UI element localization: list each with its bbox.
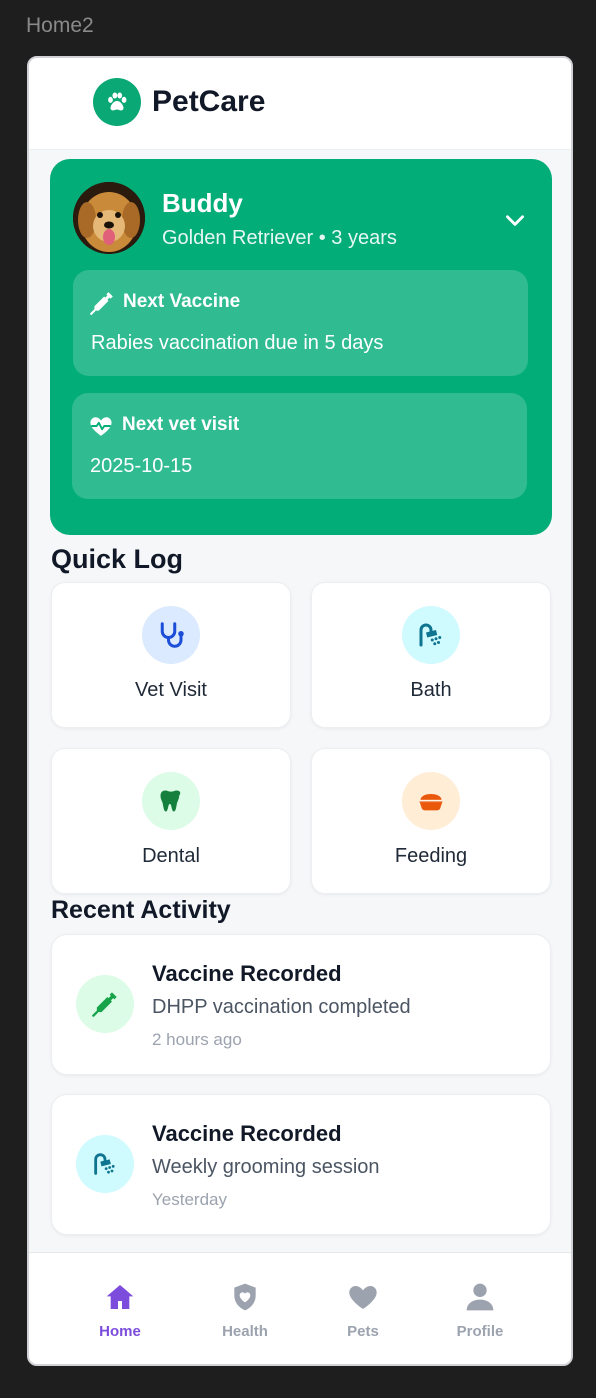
chevron-down-icon[interactable]: [502, 207, 528, 233]
shower-icon: [402, 606, 460, 664]
activity-time: 2 hours ago: [152, 1030, 242, 1049]
quick-log-bath[interactable]: Bath: [311, 582, 551, 728]
nav-label: Pets: [347, 1323, 379, 1340]
nav-home[interactable]: Home: [75, 1281, 165, 1340]
paw-icon: [93, 78, 141, 126]
frame-label: Home2: [26, 14, 94, 37]
pet-avatar: [73, 182, 145, 254]
nav-pets[interactable]: Pets: [318, 1281, 408, 1340]
activity-description: DHPP vaccination completed: [152, 996, 411, 1018]
app-screen: PetCare Buddy Golden Retriever • 3 years: [27, 56, 573, 1366]
app-header: PetCare: [29, 58, 571, 150]
user-icon: [466, 1283, 494, 1311]
heart-pulse-icon: [90, 417, 112, 436]
next-vet-visit-date: 2025-10-15: [90, 455, 193, 477]
quick-log-vet-visit[interactable]: Vet Visit: [51, 582, 291, 728]
heart-icon: [349, 1285, 377, 1309]
quick-log-label: Feeding: [394, 845, 468, 867]
shower-icon: [76, 1135, 134, 1193]
quick-log-label: Bath: [410, 679, 452, 701]
home-icon: [106, 1285, 134, 1309]
nav-label: Health: [222, 1323, 268, 1340]
activity-item[interactable]: Vaccine Recorded Weekly grooming session…: [51, 1094, 551, 1235]
quick-log-label: Dental: [142, 845, 200, 867]
next-vet-visit-box[interactable]: Next vet visit 2025-10-15: [72, 393, 527, 499]
food-bowl-icon: [402, 772, 460, 830]
stethoscope-icon: [142, 606, 200, 664]
tooth-icon: [142, 772, 200, 830]
activity-item[interactable]: Vaccine Recorded DHPP vaccination comple…: [51, 934, 551, 1075]
bottom-navigation: Home Health Pets Profile: [29, 1252, 571, 1364]
next-vet-visit-title: Next vet visit: [122, 414, 240, 435]
recent-activity-title: Recent Activity: [51, 896, 231, 924]
activity-description: Weekly grooming session: [152, 1156, 380, 1178]
next-vaccine-text: Rabies vaccination due in 5 days: [91, 332, 384, 354]
pet-name: Buddy: [162, 188, 243, 218]
syringe-icon: [90, 292, 113, 315]
shield-heart-icon: [234, 1283, 256, 1311]
pet-summary-card[interactable]: Buddy Golden Retriever • 3 years Next Va…: [50, 159, 552, 535]
activity-title: Vaccine Recorded: [152, 961, 342, 986]
next-vaccine-title: Next Vaccine: [123, 291, 241, 312]
syringe-icon: [76, 975, 134, 1033]
nav-label: Profile: [456, 1323, 504, 1340]
nav-label: Home: [99, 1323, 141, 1340]
quick-log-label: Vet Visit: [135, 679, 207, 701]
quick-log-feeding[interactable]: Feeding: [311, 748, 551, 894]
app-title: PetCare: [152, 85, 266, 118]
nav-profile[interactable]: Profile: [435, 1281, 525, 1340]
quick-log-dental[interactable]: Dental: [51, 748, 291, 894]
activity-time: Yesterday: [152, 1190, 227, 1209]
quick-log-title: Quick Log: [51, 544, 184, 574]
next-vaccine-box[interactable]: Next Vaccine Rabies vaccination due in 5…: [73, 270, 528, 376]
activity-title: Vaccine Recorded: [152, 1121, 342, 1146]
nav-health[interactable]: Health: [200, 1281, 290, 1340]
pet-breed-age: Golden Retriever • 3 years: [162, 227, 397, 249]
